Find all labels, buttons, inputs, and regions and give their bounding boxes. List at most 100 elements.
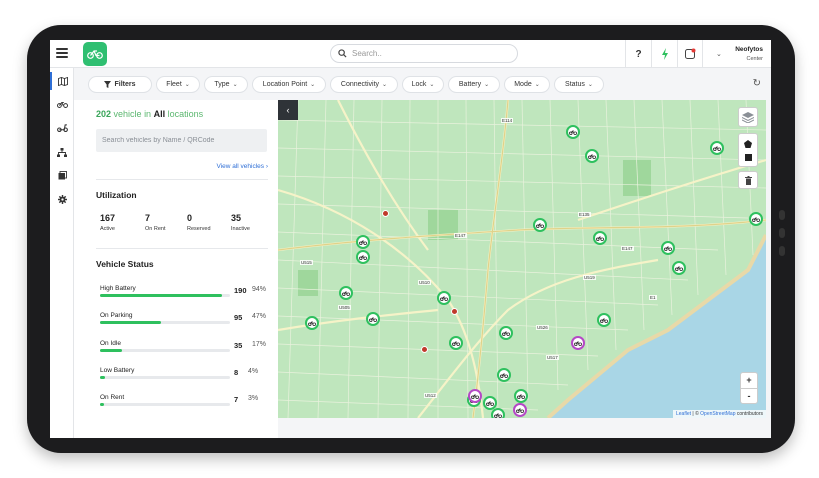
battery-filter[interactable]: Battery ⌄ — [448, 76, 500, 93]
mode-filter[interactable]: Mode ⌄ — [504, 76, 550, 93]
location-point-filter[interactable]: Location Point ⌄ — [252, 76, 326, 93]
road-label: U505 — [338, 305, 351, 310]
connectivity-filter[interactable]: Connectivity ⌄ — [330, 76, 398, 93]
util-active-label: Active — [100, 226, 115, 232]
poi-marker[interactable] — [450, 307, 458, 315]
help-button[interactable]: ? — [625, 40, 651, 68]
refresh-icon[interactable]: ↻ — [753, 78, 761, 89]
help-icon: ? — [635, 48, 642, 60]
status-bar-fill — [100, 294, 223, 297]
sidebar-item-settings[interactable] — [50, 190, 74, 208]
vehicle-marker[interactable] — [356, 235, 370, 249]
bike-icon — [588, 154, 596, 159]
sidebar-item-rides[interactable] — [50, 119, 74, 137]
sidebar-item-hierarchy[interactable] — [50, 143, 74, 161]
global-search[interactable] — [330, 44, 518, 63]
vehicle-count-text: vehicle in — [113, 109, 152, 119]
vehicle-marker[interactable] — [437, 291, 451, 305]
vehicle-marker[interactable] — [497, 368, 511, 382]
status-bar-fill — [100, 376, 106, 379]
bike-icon — [569, 130, 577, 135]
polygon-icon[interactable] — [744, 139, 752, 148]
bike-icon — [440, 296, 448, 301]
documents-icon — [58, 170, 67, 179]
fleet-filter[interactable]: Fleet ⌄ — [156, 76, 200, 93]
status-bar — [100, 294, 230, 297]
bike-icon — [713, 146, 721, 151]
vehicle-marker[interactable] — [710, 141, 724, 155]
vehicle-panel: 202 vehicle in All locations View all ve… — [74, 100, 278, 438]
sidebar-item-reports[interactable] — [50, 166, 74, 184]
menu-icon[interactable] — [56, 48, 68, 58]
poi-marker[interactable] — [420, 345, 428, 353]
sidebar-item-vehicles[interactable] — [50, 95, 74, 113]
user-menu[interactable]: ⌄ Neofytos Center — [716, 43, 771, 65]
vehicle-marker[interactable] — [661, 241, 675, 255]
charging-button[interactable] — [651, 40, 677, 68]
bike-icon — [516, 408, 524, 413]
notifications-button[interactable] — [677, 40, 703, 68]
search-input[interactable] — [352, 49, 502, 58]
status-bar — [100, 403, 230, 406]
map-attribution: Leaflet | © OpenStreetMap contributors — [673, 410, 766, 418]
vehicle-marker[interactable] — [672, 261, 686, 275]
vehicle-marker[interactable] — [566, 125, 580, 139]
vehicle-marker-alert[interactable] — [571, 336, 585, 350]
status-label: Low Battery — [100, 367, 135, 374]
road-label: E1 — [649, 295, 657, 300]
divider — [96, 248, 268, 249]
collapse-panel-button[interactable]: ‹ — [278, 100, 298, 120]
zoom-in-button[interactable]: + — [746, 373, 751, 388]
vehicle-marker[interactable] — [491, 408, 505, 418]
vehicle-marker[interactable] — [305, 316, 319, 330]
sidebar-item-map[interactable] — [50, 72, 74, 90]
vehicle-marker-alert[interactable] — [513, 403, 527, 417]
vehicle-marker[interactable] — [339, 286, 353, 300]
bike-icon — [359, 255, 367, 260]
lock-filter[interactable]: Lock ⌄ — [402, 76, 444, 93]
trash-icon — [744, 175, 752, 185]
vehicle-marker[interactable] — [593, 231, 607, 245]
filters-button[interactable]: Filters — [88, 76, 152, 93]
status-count: 190 — [234, 286, 247, 295]
user-name: Neofytos — [735, 46, 763, 53]
vehicle-map[interactable]: E114 E147 E147 E135 E1 U515 U510 U519 U5… — [278, 100, 766, 418]
status-filter[interactable]: Status ⌄ — [554, 76, 604, 93]
chevron-down-icon: ⌄ — [382, 82, 388, 88]
delete-shapes-button[interactable] — [738, 171, 758, 189]
vehicle-marker-alert[interactable] — [468, 389, 482, 403]
filters-label: Filters — [114, 81, 136, 88]
vehicle-marker[interactable] — [514, 389, 528, 403]
mode-filter-label: Mode — [514, 81, 532, 88]
rectangle-icon[interactable] — [744, 153, 752, 161]
layers-button[interactable] — [738, 107, 758, 127]
vehicle-marker[interactable] — [449, 336, 463, 350]
poi-marker[interactable] — [381, 209, 389, 217]
vehicle-status-title: Vehicle Status — [96, 259, 154, 269]
vehicle-marker-selected[interactable] — [499, 326, 513, 340]
vehicle-marker[interactable] — [749, 212, 763, 226]
device-button — [779, 228, 785, 238]
zoom-out-button[interactable]: - — [740, 388, 758, 403]
status-filter-label: Status — [565, 81, 585, 88]
device-button — [779, 246, 785, 256]
leaflet-link[interactable]: Leaflet — [676, 411, 691, 417]
filter-icon — [104, 81, 112, 88]
app-logo[interactable] — [83, 42, 107, 66]
view-all-vehicles-link[interactable]: View all vehicles › — [216, 163, 268, 170]
status-bar-fill — [100, 349, 123, 352]
road-label: U517 — [546, 355, 559, 360]
type-filter-label: Type — [214, 81, 230, 88]
vehicle-marker[interactable] — [597, 313, 611, 327]
vehicle-search-input[interactable] — [96, 129, 267, 152]
bike-icon — [574, 341, 582, 346]
chevron-down-icon: ⌄ — [232, 82, 238, 88]
lock-filter-label: Lock — [411, 81, 427, 88]
vehicle-marker[interactable] — [366, 312, 380, 326]
openstreetmap-link[interactable]: OpenStreetMap — [700, 411, 735, 417]
vehicle-marker[interactable] — [533, 218, 547, 232]
status-percent: 17% — [252, 341, 267, 348]
vehicle-marker[interactable] — [356, 250, 370, 264]
type-filter[interactable]: Type ⌄ — [204, 76, 248, 93]
vehicle-marker[interactable] — [585, 149, 599, 163]
